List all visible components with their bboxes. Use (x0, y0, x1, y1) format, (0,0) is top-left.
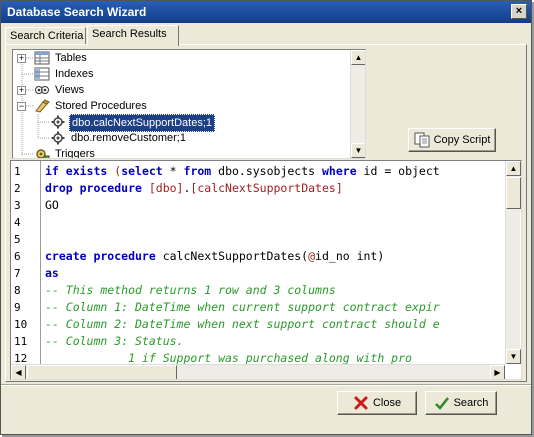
line-number: 8 (14, 284, 21, 297)
code-token: -- Column 2: DateTime when next support … (45, 317, 440, 331)
code-token: where (322, 164, 364, 178)
tree-node-label: Stored Procedures (55, 100, 147, 112)
checkmark-icon (434, 397, 449, 410)
code-line: GO (45, 197, 59, 214)
line-number: 10 (14, 318, 28, 331)
procedure-icon (51, 115, 65, 129)
copy-icon (414, 132, 430, 148)
code-token: * (169, 164, 184, 178)
code-line: -- Column 2: DateTime when next support … (45, 316, 440, 333)
code-text-area[interactable]: if exists (select * from dbo.sysobjects … (43, 161, 505, 364)
code-line: -- Column 3: Status. (45, 333, 183, 350)
scroll-down-icon[interactable]: ▼ (506, 349, 521, 364)
line-number: 2 (14, 182, 21, 195)
code-line: 1 if Support was purchased along with pr… (45, 350, 412, 364)
tree-node-label: dbo.removeCustomer;1 (71, 132, 186, 144)
code-token: [calcNextSupportDates] (190, 181, 343, 195)
search-label: Search (453, 397, 489, 410)
code-line: as (45, 265, 59, 282)
line-number: 6 (14, 250, 21, 263)
code-token: if exists (45, 164, 115, 178)
code-line: -- Column 1: DateTime when current suppo… (45, 299, 440, 316)
line-number: 3 (14, 199, 21, 212)
scroll-down-icon[interactable]: ▼ (351, 143, 365, 158)
code-token: from (183, 164, 219, 178)
code-token: select (121, 164, 170, 178)
code-line: drop procedure [dbo].[calcNextSupportDat… (45, 180, 343, 197)
index-icon (34, 67, 50, 81)
code-token: as (45, 266, 59, 280)
code-token: @ (308, 249, 316, 263)
results-tree[interactable]: + Tables Indexes + Views − Stored Proced… (12, 49, 366, 159)
expand-icon[interactable]: + (17, 54, 26, 63)
editor-vertical-scrollbar[interactable]: ▲ ▼ (505, 161, 521, 364)
line-number: 5 (14, 233, 21, 246)
scroll-right-icon[interactable]: ▶ (490, 365, 505, 379)
code-token: id = object (363, 164, 440, 178)
code-token: -- Column 3: Status. (45, 334, 184, 348)
code-token: calcNextSupportDates( (162, 249, 309, 263)
code-token: id_no int) (315, 249, 385, 263)
close-window-button[interactable]: × (511, 4, 527, 19)
collapse-icon[interactable]: − (17, 102, 26, 111)
search-results-panel: + Tables Indexes + Views − Stored Proced… (5, 44, 527, 382)
tab-search-results[interactable]: Search Results (87, 25, 179, 46)
line-number: 4 (14, 216, 21, 229)
close-label: Close (372, 397, 402, 410)
tree-vertical-scrollbar[interactable]: ▲ ▼ (350, 50, 365, 158)
stored-procedure-icon (35, 99, 50, 113)
scroll-left-icon[interactable]: ◀ (11, 365, 26, 379)
code-token: 1 if Support was purchased along with pr… (45, 351, 412, 364)
code-line: create procedure calcNextSupportDates(@i… (45, 248, 384, 265)
code-token: GO (45, 198, 59, 212)
horizontal-scroll-thumb[interactable] (27, 365, 177, 379)
search-button[interactable]: Search (425, 391, 497, 415)
tab-search-criteria[interactable]: Search Criteria (5, 27, 86, 45)
close-button[interactable]: Close (337, 391, 417, 415)
scroll-up-icon[interactable]: ▲ (506, 161, 521, 176)
code-token: dbo.sysobjects (218, 164, 322, 178)
editor-horizontal-scrollbar[interactable]: ◀ ▶ (11, 364, 505, 379)
footer-divider (1, 384, 531, 386)
scroll-up-icon[interactable]: ▲ (351, 50, 365, 65)
code-token: [dbo] (148, 181, 184, 195)
copy-script-label: Copy Script (433, 134, 491, 147)
procedure-icon (51, 131, 65, 145)
code-line: -- This method returns 1 row and 3 colum… (45, 282, 336, 299)
line-number: 9 (14, 301, 21, 314)
window-title: Database Search Wizard (7, 5, 147, 19)
code-line: if exists (select * from dbo.sysobjects … (45, 163, 440, 180)
code-token: drop procedure (45, 181, 149, 195)
code-token: -- Column 1: DateTime when current suppo… (45, 300, 440, 314)
expand-icon[interactable]: + (17, 86, 26, 95)
line-number: 7 (14, 267, 21, 280)
code-token: -- This method returns 1 row and 3 colum… (45, 283, 336, 297)
tree-node-label: Tables (55, 52, 87, 64)
line-number: 1 (14, 165, 21, 178)
code-token: create procedure (45, 249, 163, 263)
script-editor[interactable]: 1 2 3 4 5 6 7 8 9 10 11 12 if exists (se… (10, 160, 522, 380)
line-number-gutter: 1 2 3 4 5 6 7 8 9 10 11 12 (11, 161, 41, 365)
close-icon (354, 396, 368, 410)
tree-node-label: Triggers (55, 148, 95, 159)
copy-script-button[interactable]: Copy Script (408, 128, 496, 152)
tree-node-label: Indexes (55, 68, 94, 80)
title-bar[interactable]: Database Search Wizard × (1, 1, 531, 23)
line-number: 11 (14, 335, 28, 348)
table-icon (34, 51, 50, 65)
scroll-thumb[interactable] (506, 177, 521, 209)
tree-node-label: Views (55, 84, 85, 96)
close-icon: × (515, 5, 523, 17)
dialog-window: Database Search Wizard × Search Criteria… (0, 0, 532, 435)
view-icon (35, 86, 49, 94)
trigger-icon (36, 149, 50, 158)
